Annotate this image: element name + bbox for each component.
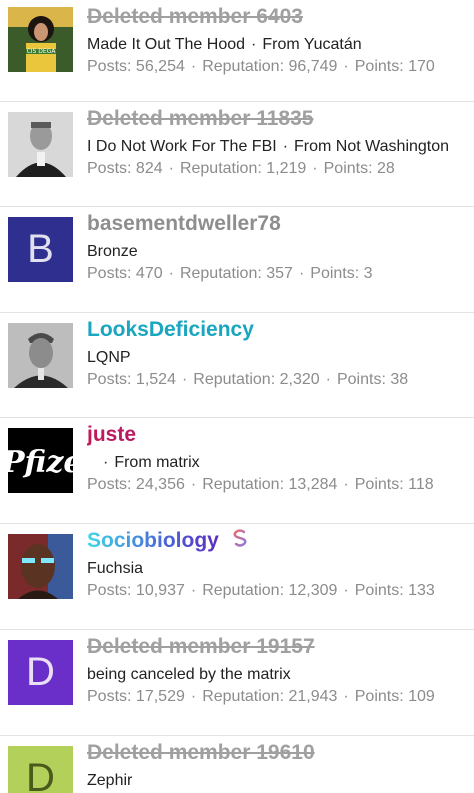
member-row: Pfize juste ·From matrix Posts: 24,356·R…: [0, 418, 474, 524]
member-row: D Deleted member 19157 being canceled by…: [0, 630, 474, 736]
reputation-count: 2,320: [279, 371, 320, 388]
avatar[interactable]: D: [8, 746, 73, 793]
member-stats: Posts: 824 · Reputation: 1,219 · Points: 28: [87, 160, 395, 177]
points-count: 170: [408, 58, 435, 75]
member-name[interactable]: Deleted member 6403: [87, 4, 474, 30]
member-info: juste · From matrix Posts: 24,356 · Reputat…: [87, 422, 474, 496]
member-info: Deleted member 11835 I Do Not Work For T…: [87, 106, 474, 180]
avatar-caption: CIS DEGA: [27, 48, 57, 55]
member-title: Made It Out The Hood · From Yucatán: [87, 36, 362, 53]
reputation-count: 357: [266, 265, 293, 282]
points-count: 109: [408, 688, 435, 705]
avatar-letter: D: [26, 756, 55, 793]
member-stats: Posts: 470 · Reputation: 357 · Points: 3: [87, 265, 373, 282]
member-row: B basementdweller78 Bronze Posts: 470 · Re…: [0, 207, 474, 313]
member-name[interactable]: juste: [87, 422, 474, 448]
member-name[interactable]: Deleted member 11835: [87, 106, 474, 132]
member-row: Sociobiology Fuchsia Posts: 10,937 · Rep…: [0, 524, 474, 630]
avatar[interactable]: Pfize: [8, 428, 73, 493]
member-info: Deleted member 19157 being canceled by t…: [87, 634, 474, 708]
posts-count: 24,356: [135, 476, 185, 493]
avatar[interactable]: B: [8, 217, 73, 282]
member-location: From Not Washington: [294, 138, 450, 155]
reputation-count: 13,284: [288, 476, 338, 493]
member-name[interactable]: Sociobiology: [87, 526, 474, 557]
posts-count: 56,254: [135, 58, 185, 75]
posts-count: 17,529: [135, 688, 185, 705]
member-row: LooksDeficiency LQNP Posts: 1,524 · Reputa…: [0, 313, 474, 418]
member-info: Sociobiology Fuchsia Posts: 10,937 · Rep…: [87, 526, 474, 602]
member-list: CIS DEGA Deleted member 6403 Made It Out…: [0, 0, 474, 793]
avatar[interactable]: [8, 112, 73, 177]
points-count: 3: [363, 265, 373, 282]
member-info: LooksDeficiency LQNP Posts: 1,524 · Reputa…: [87, 317, 474, 391]
member-title: Fuchsia: [87, 560, 144, 577]
member-location: From matrix: [114, 454, 200, 471]
member-info: Deleted member 19610 Zephir: [87, 740, 474, 792]
member-stats: Posts: 1,524 · Reputation: 2,320 · Points: 3…: [87, 371, 409, 388]
member-name[interactable]: Deleted member 19157: [87, 634, 474, 660]
member-row: CIS DEGA Deleted member 6403 Made It Out…: [0, 0, 474, 102]
member-title: being canceled by the matrix: [87, 666, 291, 683]
avatar[interactable]: CIS DEGA: [8, 7, 73, 72]
reputation-count: 21,943: [288, 688, 338, 705]
avatar-text: Pfize: [8, 445, 73, 480]
member-location: From Yucatán: [262, 36, 362, 53]
avatar-letter: D: [26, 650, 55, 694]
posts-count: 1,524: [135, 371, 176, 388]
member-stats: Posts: 17,529 · Reputation: 21,943 · Points:…: [87, 688, 435, 705]
reputation-count: 12,309: [288, 582, 338, 599]
member-row: Deleted member 11835 I Do Not Work For T…: [0, 102, 474, 207]
avatar[interactable]: [8, 323, 73, 388]
points-count: 133: [408, 582, 435, 599]
member-name[interactable]: Deleted member 19610: [87, 740, 474, 766]
points-count: 118: [408, 476, 434, 493]
reputation-count: 96,749: [288, 58, 338, 75]
member-stats: Posts: 10,937 · Reputation: 12,309 · Points:…: [87, 582, 435, 599]
posts-count: 824: [135, 160, 163, 177]
points-count: 28: [377, 160, 395, 177]
member-title: Zephir: [87, 772, 133, 789]
member-title: I Do Not Work For The FBI · From Not Washi…: [87, 138, 450, 155]
points-count: 38: [390, 371, 409, 388]
avatar[interactable]: D: [8, 640, 73, 705]
member-info: basementdweller78 Bronze Posts: 470 · Repu…: [87, 211, 474, 285]
member-stats: Posts: 24,356 · Reputation: 13,284 · Points:…: [87, 476, 434, 493]
avatar[interactable]: [8, 534, 73, 599]
member-info: Deleted member 6403 Made It Out The Hood…: [87, 4, 474, 78]
member-title: Bronze: [87, 243, 138, 260]
member-name[interactable]: basementdweller78: [87, 211, 474, 237]
posts-count: 470: [135, 265, 163, 282]
member-name[interactable]: LooksDeficiency: [87, 317, 474, 343]
posts-count: 10,937: [135, 582, 185, 599]
avatar-letter: B: [27, 227, 54, 271]
member-title: · From matrix: [103, 454, 200, 471]
member-stats: Posts: 56,254 · Reputation: 96,749 · Points:…: [87, 58, 435, 75]
dollar-sign-icon: [229, 526, 251, 557]
reputation-count: 1,219: [266, 160, 307, 177]
member-row: D Deleted member 19610 Zephir: [0, 736, 474, 793]
member-title: LQNP: [87, 349, 131, 366]
